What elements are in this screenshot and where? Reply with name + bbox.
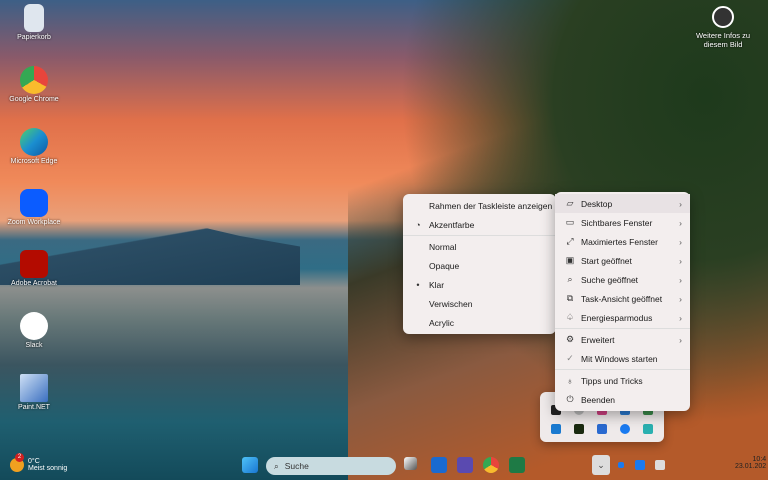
clock-time: 10:4: [752, 456, 767, 463]
menu-item-normal[interactable]: Normal: [403, 237, 556, 256]
menu-item-opaque[interactable]: Opaque: [403, 256, 556, 275]
divider: [403, 235, 556, 236]
desktop-icon-chrome[interactable]: Google Chrome: [6, 66, 62, 103]
chevron-right-icon: ›: [679, 236, 682, 247]
start-icon: ▣: [565, 255, 575, 265]
menu-item-show-border[interactable]: Rahmen der Taskleiste anzeigen: [403, 196, 556, 215]
menu-item-maximized-window[interactable]: ⤢ Maximiertes Fenster ›: [555, 232, 690, 251]
desktop-icon-zoom[interactable]: Zoom Workplace: [6, 189, 62, 226]
menu-item-clear[interactable]: • Klar: [403, 275, 556, 294]
chevron-right-icon: ›: [679, 334, 682, 345]
recycle-bin-icon: [24, 4, 44, 32]
menu-item-desktop[interactable]: ▱ Desktop ›: [555, 194, 690, 213]
chrome-taskbar-icon[interactable]: [483, 457, 499, 473]
chevron-right-icon: ›: [679, 198, 682, 209]
menu-item-accent-color[interactable]: ◔ Akzentfarbe: [403, 215, 556, 234]
taskbar-style-submenu: Rahmen der Taskleiste anzeigen ◔ Akzentfa…: [403, 194, 556, 334]
outlook-icon[interactable]: [431, 457, 447, 473]
search-icon: ⌕: [567, 274, 573, 284]
chrome-icon: [20, 66, 48, 94]
clock-date: 23.01.202: [735, 463, 767, 470]
menu-item-start-open[interactable]: ▣ Start geöffnet ›: [555, 251, 690, 270]
maximize-icon: ⤢: [566, 236, 574, 246]
security-warning-icon[interactable]: [596, 424, 607, 434]
menu-item-search-open[interactable]: ⌕ Suche geöffnet ›: [555, 270, 690, 289]
palette-icon: ◔: [415, 219, 421, 230]
menu-item-blur[interactable]: Verwischen: [403, 294, 556, 313]
acrobat-icon: [20, 250, 48, 278]
edge-icon: [20, 128, 48, 156]
desktop-icon-paintnet[interactable]: Paint.NET: [6, 374, 62, 411]
window-icon: ▭: [565, 217, 575, 227]
bulb-icon: ♁: [566, 375, 574, 386]
tray-app-icon[interactable]: [643, 424, 654, 434]
context-menu: ▱ Desktop › ▭ Sichtbares Fenster › ⤢ Maximier…: [555, 192, 690, 411]
tray-app-icon[interactable]: [550, 424, 561, 434]
menu-item-start-with-windows[interactable]: ✓ Mit Windows starten: [555, 349, 690, 368]
weather-temp: 0°C: [28, 458, 40, 465]
desktop-icon-edge[interactable]: Microsoft Edge: [6, 128, 62, 165]
tray-overflow-chevron[interactable]: ⌄: [592, 455, 610, 475]
menu-item-acrylic[interactable]: Acrylic: [403, 313, 556, 332]
shield-icon[interactable]: [573, 424, 584, 434]
gear-icon: ⚙: [565, 334, 575, 344]
chevron-right-icon: ›: [679, 274, 682, 285]
check-icon: ✓: [566, 353, 574, 363]
divider: [555, 328, 690, 329]
search-icon: ⌕: [274, 460, 279, 471]
paintnet-icon: [20, 374, 48, 402]
desktop-icon-acrobat[interactable]: Adobe Acrobat: [6, 250, 62, 287]
bluetooth-icon[interactable]: [620, 424, 631, 434]
taskview-icon: ⧉: [566, 293, 574, 303]
desktop-icon: ▱: [566, 198, 574, 208]
tray-app-icon[interactable]: [655, 460, 665, 470]
slack-icon: [20, 312, 48, 340]
zoom-icon: [20, 189, 48, 217]
excel-icon[interactable]: [509, 457, 525, 473]
chevron-right-icon: ›: [679, 255, 682, 266]
onedrive-icon[interactable]: [635, 460, 645, 470]
teams-icon[interactable]: [457, 457, 473, 473]
camera-icon: [712, 6, 734, 28]
taskview-button[interactable]: [404, 457, 417, 470]
desktop-icon-recycle-bin[interactable]: Papierkorb: [6, 4, 62, 41]
chevron-right-icon: ›: [679, 217, 682, 228]
chevron-right-icon: ›: [679, 312, 682, 323]
menu-item-advanced[interactable]: ⚙ Erweitert ›: [555, 330, 690, 349]
clock[interactable]: 10:4 23.01.202: [735, 456, 766, 470]
menu-item-exit[interactable]: ⏻ Beenden: [555, 390, 690, 409]
weather-desc: Meist sonnig: [28, 465, 68, 472]
wallpaper-info-button[interactable]: Weitere Infos zu diesem Bild: [688, 6, 758, 49]
weather-widget[interactable]: 2 0°C Meist sonnig: [10, 453, 68, 472]
bluetooth-tray-icon[interactable]: [618, 462, 624, 468]
desktop-icon-slack[interactable]: Slack: [6, 312, 62, 349]
menu-item-taskview-open[interactable]: ⧉ Task-Ansicht geöffnet ›: [555, 289, 690, 308]
selected-dot-icon: •: [416, 279, 420, 290]
power-icon: ⏻: [566, 394, 574, 404]
divider: [555, 369, 690, 370]
chevron-right-icon: ›: [679, 293, 682, 304]
start-button[interactable]: [242, 457, 258, 473]
notification-badge: 2: [15, 453, 24, 462]
leaf-icon: ♤: [565, 312, 575, 322]
menu-item-visible-window[interactable]: ▭ Sichtbares Fenster ›: [555, 213, 690, 232]
menu-item-energy-saver[interactable]: ♤ Energiesparmodus ›: [555, 308, 690, 327]
weather-sun-icon: 2: [10, 453, 24, 472]
menu-item-tips[interactable]: ♁ Tipps und Tricks: [555, 371, 690, 390]
search-box[interactable]: ⌕ Suche: [266, 457, 396, 475]
